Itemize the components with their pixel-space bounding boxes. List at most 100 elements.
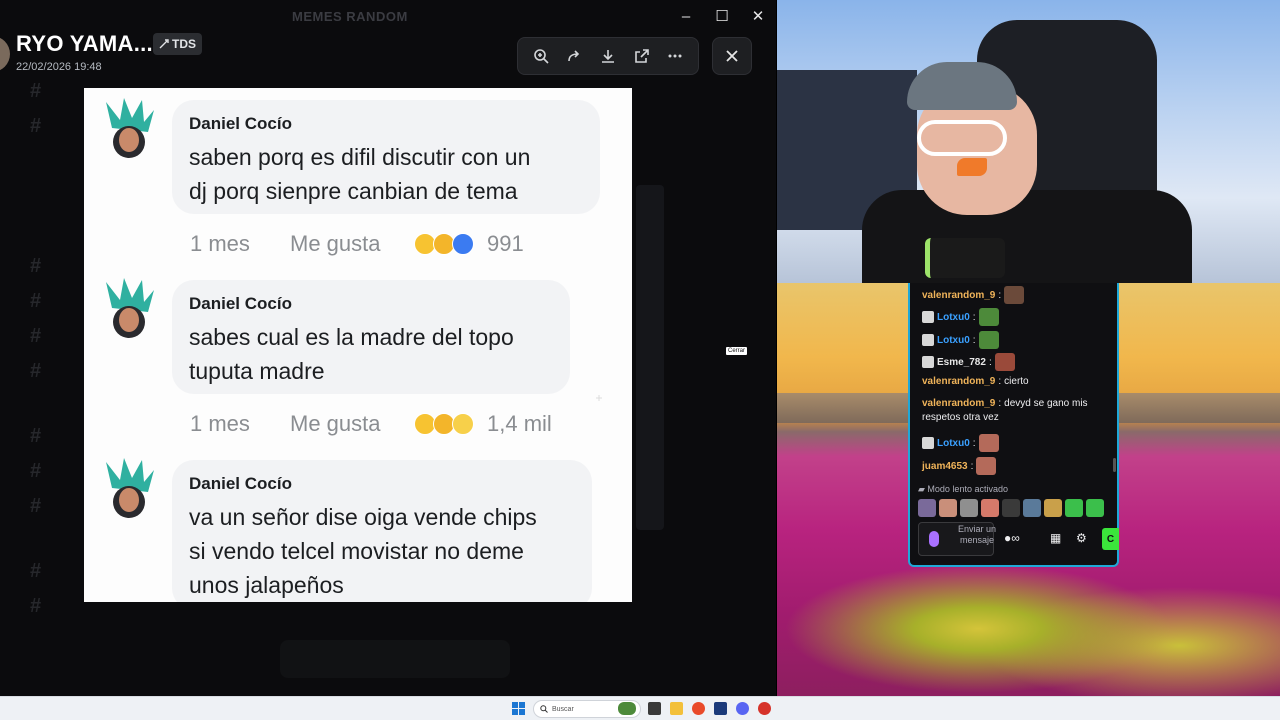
chat-text: devyd se gano mis: [1004, 398, 1088, 409]
like-link: Me gusta: [290, 411, 381, 436]
comment-text: dj porq sienpre canbian de tema: [189, 178, 518, 204]
comment-bubble: Daniel Cocío sabes cual es la madre del …: [172, 280, 570, 394]
like-link: Me gusta: [290, 231, 381, 256]
chat-username[interactable]: valenrandom_9: [922, 397, 995, 410]
search-placeholder: Buscar: [552, 705, 574, 713]
ghost-channel-icon: #: [30, 360, 42, 382]
emote-icon: [994, 353, 1015, 371]
download-icon[interactable]: [594, 42, 622, 70]
chat-send-button[interactable]: C: [1102, 528, 1119, 550]
chat-scrollbar[interactable]: [1113, 458, 1116, 472]
chat-username[interactable]: Lotxu0: [937, 311, 970, 324]
close-viewer-button[interactable]: [712, 37, 752, 75]
ghost-message-box: [280, 640, 510, 678]
slow-mode-label: Modo lento activado: [927, 484, 1008, 494]
store-icon[interactable]: ▦: [1050, 531, 1061, 545]
comment-text: sabes cual es la madre del topo: [189, 324, 514, 350]
zoom-in-icon[interactable]: [527, 42, 555, 70]
chat-message: valenrandom_9: cierto: [922, 375, 1029, 388]
comment-text: unos jalapeños: [189, 572, 344, 598]
file-explorer-icon[interactable]: [670, 702, 683, 715]
open-external-icon[interactable]: [628, 42, 656, 70]
ghost-channel-icon: #: [30, 560, 42, 582]
emote-icon[interactable]: [1002, 499, 1020, 517]
cursor-icon: [596, 395, 602, 401]
emote-icon[interactable]: [1023, 499, 1041, 517]
windows-start-icon[interactable]: [512, 702, 525, 715]
badge-icon: [922, 437, 934, 449]
emote-icon[interactable]: [960, 499, 978, 517]
chat-username[interactable]: Esme_782: [937, 356, 986, 369]
comment-author: Daniel Cocío: [189, 294, 292, 313]
close-tooltip: Cerrar: [726, 347, 748, 355]
chat-message: Esme_782:: [922, 353, 1015, 371]
window-controls: – ☐ ✕: [668, 0, 776, 32]
ghost-panel: [636, 185, 664, 530]
comment-author: Daniel Cocío: [189, 474, 292, 493]
close-window-button[interactable]: ✕: [740, 0, 776, 32]
chat-username[interactable]: valenrandom_9: [922, 289, 995, 302]
ghost-channel-icon: #: [30, 255, 42, 277]
ghost-channel-icon: #: [30, 495, 42, 517]
emote-icon[interactable]: [1086, 499, 1104, 517]
ghost-channel-icon: #: [30, 425, 42, 447]
microphone: [925, 238, 1005, 278]
chat-username[interactable]: Lotxu0: [937, 437, 970, 450]
chrome-icon[interactable]: [692, 702, 705, 715]
chat-message: valenrandom_9: devyd se gano mis: [922, 397, 1088, 410]
emote-icon[interactable]: [1065, 499, 1083, 517]
chat-text: respetos otra vez: [922, 412, 999, 423]
screen: # # # # # # # # # # # MEMES RANDOM – ☐ ✕…: [0, 0, 1280, 720]
emote-icon[interactable]: [1044, 499, 1062, 517]
comment-text: tuputa madre: [189, 358, 325, 384]
twitch-chat: valenrandom_9: Lotxu0: Lotxu0: Esme_782:…: [908, 283, 1119, 567]
goku-avatar-icon: [106, 458, 154, 518]
emote-icon[interactable]: [939, 499, 957, 517]
forward-icon[interactable]: [560, 42, 588, 70]
care-reaction-icon: [452, 233, 474, 255]
task-view-icon[interactable]: [648, 702, 661, 715]
minimize-button[interactable]: –: [668, 0, 704, 32]
goku-avatar-icon: [106, 98, 154, 158]
comment-author: Daniel Cocío: [189, 114, 292, 133]
chat-input[interactable]: Enviar un mensaje: [918, 522, 996, 556]
more-icon[interactable]: [661, 42, 689, 70]
emote-icon[interactable]: [918, 499, 936, 517]
chat-message-continuation: respetos otra vez: [922, 411, 999, 424]
avatar[interactable]: [0, 36, 10, 72]
badge-icon: [922, 356, 934, 368]
pepe-emote-icon: [978, 308, 999, 326]
image-viewer: # # # # # # # # # # # MEMES RANDOM – ☐ ✕…: [0, 0, 776, 696]
gear-icon[interactable]: ⚙: [1076, 531, 1087, 545]
search-icon: [540, 705, 548, 713]
app-icon[interactable]: [758, 702, 771, 715]
cap: [907, 62, 1017, 110]
guild-tag-badge[interactable]: TDS: [153, 33, 202, 55]
frog-widget-icon[interactable]: [618, 702, 636, 715]
window-title: MEMES RANDOM: [292, 9, 408, 24]
mic-icon[interactable]: [929, 531, 939, 547]
taskbar: Buscar: [0, 696, 1280, 720]
discord-icon[interactable]: [736, 702, 749, 715]
emote-icon[interactable]: [981, 499, 999, 517]
wow-reaction-icon: [452, 413, 474, 435]
comment-bubble: Daniel Cocío va un señor dise oiga vende…: [172, 460, 592, 602]
chat-username[interactable]: valenrandom_9: [922, 375, 995, 388]
comment-meta: 1 mes Me gusta 991: [190, 231, 524, 257]
author-name[interactable]: RYO YAMA...: [16, 31, 153, 57]
chat-username[interactable]: Lotxu0: [937, 334, 970, 347]
reaction-count: 1,4 mil: [487, 411, 552, 436]
meme-image[interactable]: Daniel Cocío saben porq es difil discuti…: [84, 88, 632, 602]
maximize-button[interactable]: ☐: [704, 0, 740, 32]
emote-icon: [1004, 286, 1025, 304]
photoshop-icon[interactable]: [714, 702, 727, 715]
emote-menu-icon[interactable]: ●∞: [1004, 531, 1020, 545]
webcam-feed: [777, 0, 1280, 283]
emote-picker-row: [918, 499, 1104, 517]
chat-input-placeholder: Enviar un mensaje: [957, 524, 997, 545]
chat-message: Lotxu0:: [922, 434, 999, 452]
comment-age: 1 mes: [190, 231, 250, 256]
chat-username[interactable]: juam4653: [922, 460, 968, 473]
ghost-channel-icon: #: [30, 460, 42, 482]
reaction-icons: [414, 413, 474, 435]
